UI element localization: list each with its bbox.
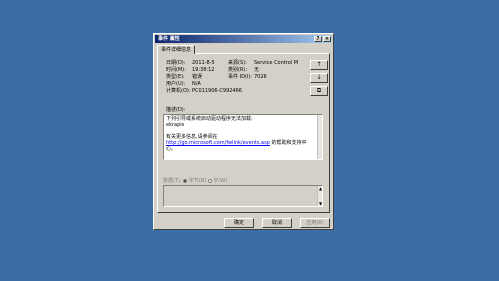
field-category-label: 类别(R): [228, 67, 248, 73]
field-source-value: Service Control M [254, 60, 299, 66]
help-link[interactable]: http://go.microsoft.com/fwlink/events.as… [166, 140, 270, 146]
field-time-value: 19:38:12 [192, 67, 215, 73]
field-computer-label: 计算机(O): [166, 88, 191, 94]
title-bar[interactable]: 事件 属性 ? × [155, 35, 332, 43]
window-title: 事件 属性 [158, 36, 180, 42]
description-line-5: 心。 [166, 146, 177, 152]
field-time-label: 时间(M): [166, 67, 186, 73]
field-eventid-value: 7026 [254, 74, 267, 80]
data-box[interactable]: ▲ ▼ [163, 185, 323, 207]
event-properties-dialog: 事件 属性 ? × 事件详细信息 日期(D): 2011-8-5 时间(M): … [153, 33, 334, 230]
scroll-up-icon[interactable]: ▲ [318, 186, 323, 191]
field-type-label: 类型(E): [166, 74, 185, 80]
data-section: 数据(T): 字节(B) 字(W) [163, 178, 227, 184]
field-eventid-label: 事件 ID(I): [228, 74, 252, 80]
words-radio[interactable] [207, 178, 212, 183]
previous-event-button[interactable]: ↑ [310, 60, 328, 70]
close-button[interactable]: × [323, 36, 331, 42]
description-label: 描述(D): [166, 107, 186, 113]
apply-button[interactable]: 应用(A) [300, 218, 330, 228]
field-type-value: 错误 [192, 74, 203, 80]
arrow-up-icon: ↑ [316, 61, 322, 68]
field-date-value: 2011-8-5 [192, 60, 215, 66]
scroll-down-icon[interactable]: ▼ [318, 201, 323, 206]
data-label: 数据(T): [163, 178, 182, 184]
description-line-4: 的帮助和支持中 [269, 140, 307, 146]
field-category-value: 无 [254, 67, 260, 73]
next-event-button[interactable]: ↓ [310, 73, 328, 83]
bytes-label: 字节(B) [188, 178, 207, 184]
description-scrollbar[interactable] [317, 115, 322, 159]
field-user-label: 用户(U): [166, 81, 186, 87]
field-user-value: N/A [192, 81, 201, 87]
copy-button[interactable]: ⧉ [310, 86, 328, 96]
cancel-button[interactable]: 取消 [262, 218, 292, 228]
ok-button[interactable]: 确定 [224, 218, 254, 228]
field-computer-value: PC011906-C992466 [192, 88, 242, 94]
field-source-label: 来源(S): [228, 60, 247, 66]
description-box[interactable]: 下列引导或系统启动驱动程序无法加载: ekrapis 有关更多信息,请参阅在 h… [163, 114, 323, 160]
copy-icon: ⧉ [316, 87, 322, 94]
bytes-radio[interactable] [183, 178, 188, 183]
data-scrollbar[interactable]: ▲ ▼ [317, 186, 322, 206]
arrow-down-icon: ↓ [316, 74, 322, 81]
tab-event-details[interactable]: 事件详细信息 [157, 45, 196, 54]
field-date-label: 日期(D): [166, 60, 186, 66]
words-label: 字(W) [213, 178, 228, 184]
help-button[interactable]: ? [314, 36, 322, 42]
